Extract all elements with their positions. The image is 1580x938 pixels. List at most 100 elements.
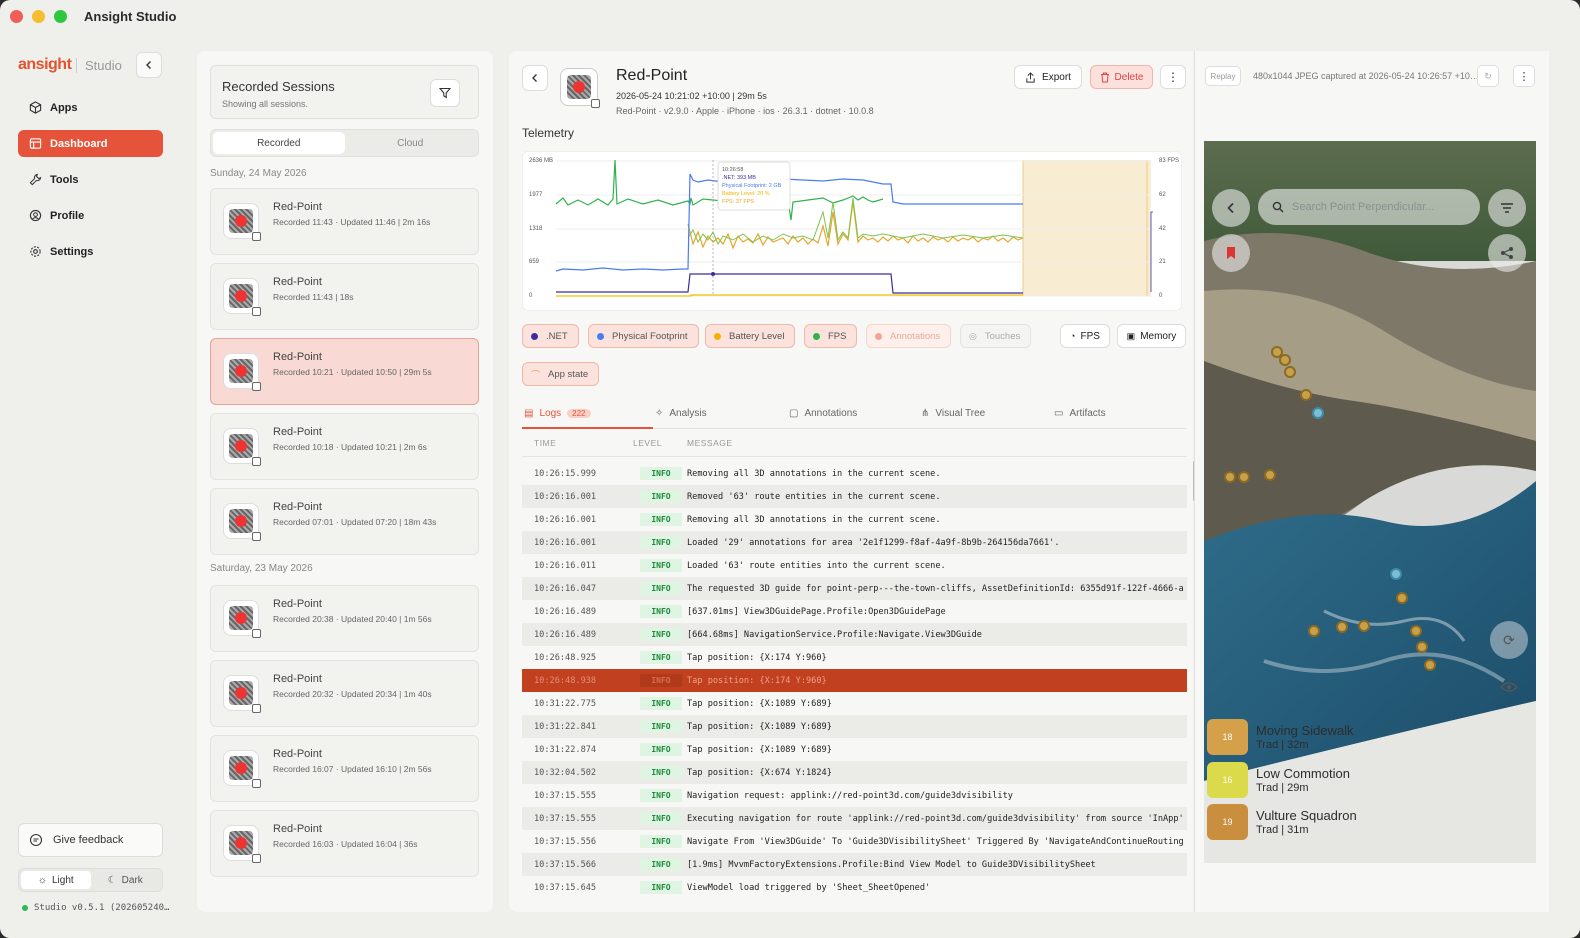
back-button[interactable] — [522, 65, 548, 91]
replay-more-button[interactable]: ⋮ — [1513, 65, 1535, 87]
log-row[interactable]: 10:26:16.489 INFO [637.01ms] View3DGuidePa… — [522, 600, 1187, 623]
phone-bookmark-button[interactable] — [1212, 234, 1250, 272]
route-marker[interactable] — [1308, 625, 1320, 637]
memory-axis-button[interactable]: ▣ Memory — [1117, 324, 1186, 348]
series-toggle-app-state[interactable]: ⌒ App state — [522, 362, 600, 386]
route-marker[interactable] — [1358, 620, 1370, 632]
log-row[interactable]: 10:26:48.938 INFO Tap position: {X:174 Y:9… — [522, 669, 1187, 692]
session-card[interactable]: Red-Point Recorded 16:03 · Updated 16:04 … — [210, 810, 479, 877]
route-marker[interactable] — [1410, 625, 1422, 637]
series-toggle-net[interactable]: .NET — [522, 324, 579, 348]
tab-annotations[interactable]: ▢ Annotations — [789, 408, 857, 419]
series-toggle-battery[interactable]: Battery Level — [705, 324, 796, 348]
refresh-button[interactable]: ↻ — [1477, 65, 1499, 87]
log-row[interactable]: 10:26:48.925 INFO Tap position: {X:174 Y:9… — [522, 646, 1187, 669]
route-marker[interactable] — [1336, 621, 1348, 633]
route-marker[interactable] — [1396, 592, 1408, 604]
series-toggle-fps[interactable]: FPS — [804, 324, 858, 348]
sidebar-item-dashboard[interactable]: Dashboard — [18, 130, 163, 157]
cursor-point — [711, 272, 715, 276]
route-list-item[interactable]: 16 Low Commotion Trad | 29m — [1207, 760, 1536, 800]
log-list: 10:26:15.999 INFO Removing all 3D annotati… — [522, 456, 1187, 902]
phone-filter-button[interactable] — [1488, 189, 1526, 227]
replay-button[interactable]: Replay — [1205, 66, 1241, 86]
route-marker[interactable] — [1264, 469, 1276, 481]
log-row[interactable]: 10:37:15.645 INFO ViewModel load triggered… — [522, 876, 1187, 899]
route-marker[interactable] — [1390, 568, 1402, 580]
theme-light-option[interactable]: ☼ Light — [21, 871, 91, 889]
session-card[interactable]: Red-Point Recorded 10:21 · Updated 10:50 … — [210, 338, 479, 405]
y-tick-left: 2636 MB — [529, 158, 553, 164]
filter-button[interactable] — [430, 79, 460, 107]
log-level-badge: INFO — [640, 651, 682, 664]
tab-logs[interactable]: ▤ Logs 222 — [524, 408, 591, 419]
log-row[interactable]: 10:26:16.001 INFO Removing all 3D annotati… — [522, 508, 1187, 531]
tab-artifacts[interactable]: ▭ Artifacts — [1054, 408, 1106, 419]
session-card[interactable]: Red-Point Recorded 16:07 · Updated 16:10 … — [210, 735, 479, 802]
log-row[interactable]: 10:37:15.555 INFO Navigation request: appl… — [522, 784, 1187, 807]
phone-share-button[interactable] — [1488, 234, 1526, 272]
series-toggle-annotations[interactable]: Annotations — [866, 324, 952, 348]
more-options-button[interactable]: ⋮ — [1160, 65, 1186, 89]
log-row[interactable]: 10:31:22.874 INFO Tap position: {X:1089 Y:… — [522, 738, 1187, 761]
log-row[interactable]: 10:37:15.566 INFO [1.9ms] MvvmFactoryExten… — [522, 853, 1187, 876]
close-window-button[interactable] — [10, 10, 23, 23]
session-card[interactable]: Red-Point Recorded 20:32 · Updated 20:34 … — [210, 660, 479, 727]
phone-rotate-button[interactable]: ⟳ — [1490, 621, 1528, 659]
fps-axis-button[interactable]: ◔ FPS — [1060, 324, 1110, 348]
session-card[interactable]: Red-Point Recorded 11:43 | 18s — [210, 263, 479, 330]
session-card[interactable]: Red-Point Recorded 11:43 · Updated 11:46 … — [210, 188, 479, 255]
session-name: Red-Point — [273, 501, 322, 513]
sidebar-item-tools[interactable]: Tools — [18, 166, 163, 193]
log-row[interactable]: 10:26:16.001 INFO Removed '63' route entit… — [522, 485, 1187, 508]
route-marker[interactable] — [1284, 366, 1296, 378]
route-list-item[interactable]: 19 Vulture Squadron Trad | 31m — [1207, 802, 1536, 842]
log-row[interactable]: 10:26:16.011 INFO Loaded '63' route entiti… — [522, 554, 1187, 577]
pill-label: .NET — [546, 330, 568, 342]
log-row[interactable]: 10:31:22.775 INFO Tap position: {X:1089 Y:… — [522, 692, 1187, 715]
gear-icon — [28, 245, 42, 259]
log-level-badge: INFO — [640, 858, 682, 871]
log-level-badge: INFO — [640, 720, 682, 733]
phone-search-field[interactable]: Search Point Perpendicular... — [1258, 189, 1480, 225]
sidebar-item-settings[interactable]: Settings — [18, 238, 163, 265]
session-card[interactable]: Red-Point Recorded 07:01 · Updated 07:20 … — [210, 488, 479, 555]
delete-button[interactable]: Delete — [1090, 65, 1153, 89]
log-row[interactable]: 10:26:16.047 INFO The requested 3D guide f… — [522, 577, 1187, 600]
phone-back-button[interactable] — [1212, 189, 1250, 227]
give-feedback-button[interactable]: Give feedback — [18, 823, 163, 857]
telemetry-chart[interactable]: 2636 MB 1977 1318 659 0 83 FPS 62 42 21 … — [522, 151, 1182, 311]
log-row[interactable]: 10:31:22.841 INFO Tap position: {X:1089 Y:… — [522, 715, 1187, 738]
route-marker[interactable] — [1312, 407, 1324, 419]
tab-visual-tree[interactable]: ⋔ Visual Tree — [921, 408, 985, 419]
tab-cloud[interactable]: Cloud — [345, 132, 477, 154]
route-marker[interactable] — [1279, 354, 1291, 366]
series-toggle-physical-footprint[interactable]: Physical Footprint — [588, 324, 699, 348]
tab-recorded[interactable]: Recorded — [213, 132, 345, 154]
zoom-window-button[interactable] — [54, 10, 67, 23]
log-row[interactable]: 10:37:15.556 INFO Navigate From 'View3DGui… — [522, 830, 1187, 853]
route-marker[interactable] — [1238, 471, 1250, 483]
phone-visibility-button[interactable] — [1490, 668, 1528, 706]
export-button[interactable]: Export — [1014, 65, 1082, 89]
sidebar-item-profile[interactable]: Profile — [18, 202, 163, 229]
series-toggle-touches[interactable]: ◎ Touches — [960, 324, 1032, 348]
route-marker[interactable] — [1224, 471, 1236, 483]
log-row[interactable]: 10:26:16.489 INFO [664.68ms] NavigationSer… — [522, 623, 1187, 646]
collapse-sidebar-button[interactable] — [136, 52, 162, 78]
log-row[interactable]: 10:26:15.999 INFO Removing all 3D annotati… — [522, 462, 1187, 485]
route-list-item[interactable]: 18 Moving Sidewalk Trad | 32m — [1207, 717, 1536, 757]
route-marker[interactable] — [1424, 659, 1436, 671]
log-row[interactable]: 10:32:04.502 INFO Tap position: {X:674 Y:1… — [522, 761, 1187, 784]
y-tick-right: 21 — [1159, 259, 1166, 265]
session-card[interactable]: Red-Point Recorded 20:38 · Updated 20:40 … — [210, 585, 479, 652]
log-row[interactable]: 10:26:16.001 INFO Loaded '29' annotations … — [522, 531, 1187, 554]
theme-dark-option[interactable]: ☾ Dark — [91, 871, 161, 889]
route-marker[interactable] — [1416, 641, 1428, 653]
session-card[interactable]: Red-Point Recorded 10:18 · Updated 10:21 … — [210, 413, 479, 480]
log-row[interactable]: 10:37:15.555 INFO Executing navigation for… — [522, 807, 1187, 830]
tab-analysis[interactable]: ✧ Analysis — [655, 408, 707, 419]
minimize-window-button[interactable] — [32, 10, 45, 23]
route-marker[interactable] — [1300, 389, 1312, 401]
sidebar-item-apps[interactable]: Apps — [18, 94, 163, 121]
